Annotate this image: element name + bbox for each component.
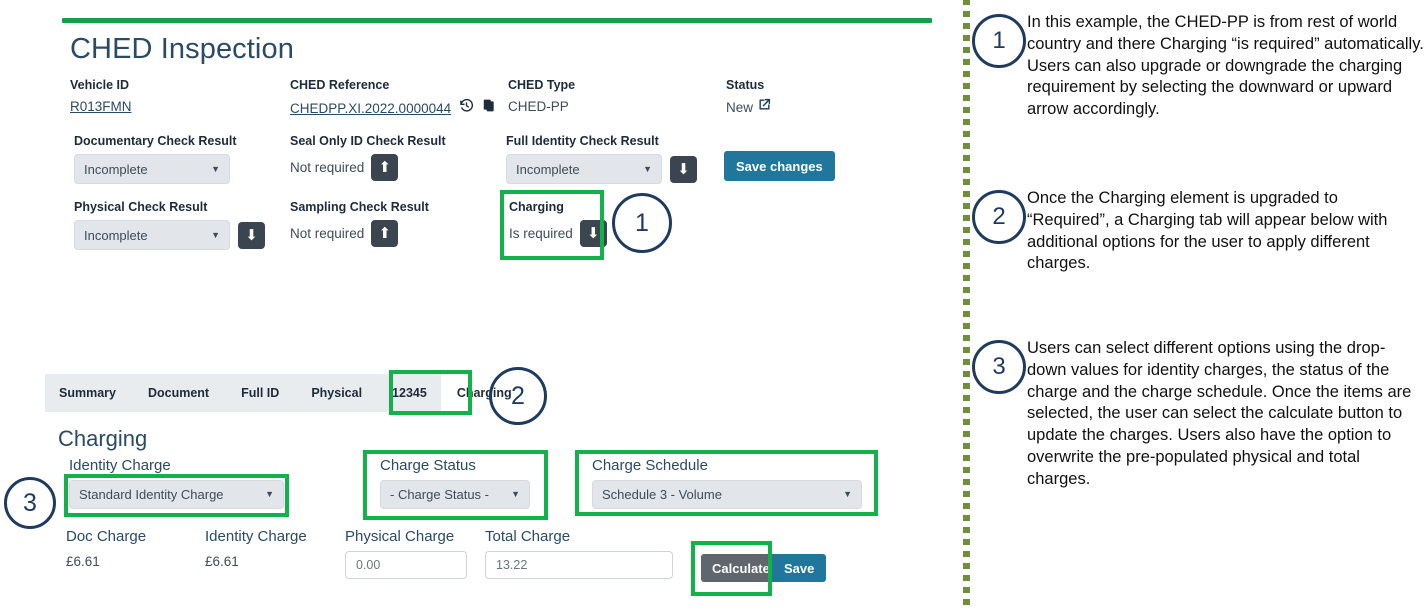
- calculate-button[interactable]: Calculate: [701, 554, 781, 582]
- ched-reference-link[interactable]: CHEDPP.XI.2022.0000044: [290, 101, 451, 116]
- tab-document[interactable]: Document: [132, 374, 225, 412]
- page-title: CHED Inspection: [70, 33, 294, 66]
- top-accent-bar: [62, 18, 932, 23]
- marker-3: 3: [4, 477, 56, 529]
- tab-bar: Summary Document Full ID Physical 12345 …: [45, 374, 465, 412]
- marker-2: 2: [489, 367, 547, 425]
- total-charge-input[interactable]: 13.22: [485, 551, 673, 579]
- physical-check-select[interactable]: Incomplete ▼: [74, 220, 230, 250]
- chevron-down-icon: ▼: [265, 490, 274, 499]
- charging-value: Is required: [509, 226, 573, 241]
- field-ched-type: CHED Type CHED-PP: [508, 78, 575, 116]
- arrow-up-icon-seal-only-id[interactable]: ⬆: [371, 154, 398, 181]
- seal-only-id-check-label: Seal Only ID Check Result: [290, 134, 446, 148]
- history-clock-icon[interactable]: [459, 98, 474, 118]
- field-ched-reference: CHED Reference CHEDPP.XI.2022.0000044: [290, 78, 496, 118]
- note-1: 1 In this example, the CHED-PP is from r…: [972, 12, 1424, 121]
- identity-charge-value: Standard Identity Charge: [79, 487, 224, 502]
- note-3-text: Users can select different options using…: [1027, 338, 1424, 490]
- chevron-down-icon: ▼: [843, 490, 852, 499]
- dotted-divider: [963, 0, 970, 610]
- tab-full-id[interactable]: Full ID: [225, 374, 295, 412]
- documentary-check-select[interactable]: Incomplete ▼: [74, 154, 230, 184]
- chevron-down-icon: ▼: [211, 165, 220, 174]
- charge-status-field: Charge Status - Charge Status - ▼: [380, 457, 530, 509]
- note-1-marker: 1: [972, 14, 1026, 68]
- charge-schedule-select[interactable]: Schedule 3 - Volume ▼: [592, 480, 862, 509]
- tab-summary[interactable]: Summary: [45, 374, 132, 412]
- ched-reference-label: CHED Reference: [290, 78, 496, 92]
- physical-charge-field: Physical Charge 0.00: [345, 528, 467, 579]
- field-documentary-check: Documentary Check Result Incomplete ▼: [74, 134, 237, 184]
- charging-label: Charging: [509, 200, 607, 214]
- copy-clipboard-icon[interactable]: [482, 98, 496, 118]
- note-1-text: In this example, the CHED-PP is from res…: [1027, 12, 1424, 121]
- field-full-identity-check: Full Identity Check Result Incomplete ▼ …: [506, 134, 697, 184]
- arrow-down-icon-full-identity[interactable]: ⬇: [670, 156, 697, 183]
- charge-status-value: - Charge Status -: [390, 487, 489, 502]
- total-charge-label: Total Charge: [485, 528, 673, 545]
- chevron-down-icon: ▼: [511, 490, 520, 499]
- charge-schedule-field: Charge Schedule Schedule 3 - Volume ▼: [592, 457, 862, 509]
- note-2-marker: 2: [972, 190, 1026, 244]
- field-vehicle-id: Vehicle ID R013FMN: [70, 78, 132, 116]
- note-3-marker: 3: [972, 340, 1026, 394]
- chevron-down-icon: ▼: [211, 231, 220, 240]
- tab-physical[interactable]: Physical: [295, 374, 378, 412]
- identity-charge-amount-field: Identity Charge £6.61: [205, 528, 307, 569]
- physical-charge-input[interactable]: 0.00: [345, 551, 467, 579]
- external-edit-icon[interactable]: [758, 98, 771, 116]
- doc-charge-field: Doc Charge £6.61: [66, 528, 146, 569]
- status-value: New: [726, 100, 753, 115]
- tab-12345[interactable]: 12345: [378, 374, 441, 412]
- ched-type-value: CHED-PP: [508, 99, 569, 114]
- doc-charge-label: Doc Charge: [66, 528, 146, 545]
- identity-charge-select[interactable]: Standard Identity Charge ▼: [69, 480, 284, 509]
- vehicle-id-link[interactable]: R013FMN: [70, 99, 132, 114]
- save-changes-button[interactable]: Save changes: [724, 151, 835, 181]
- field-sampling-check: Sampling Check Result Not required ⬆: [290, 200, 429, 247]
- sampling-check-label: Sampling Check Result: [290, 200, 429, 214]
- note-2: 2 Once the Charging element is upgraded …: [972, 188, 1424, 275]
- identity-charge-field: Identity Charge Standard Identity Charge…: [69, 457, 284, 509]
- charge-schedule-value: Schedule 3 - Volume: [602, 487, 722, 502]
- doc-charge-value: £6.61: [66, 554, 146, 569]
- full-identity-check-select[interactable]: Incomplete ▼: [506, 154, 662, 184]
- charge-schedule-label: Charge Schedule: [592, 457, 862, 474]
- screenshot-root: CHED Inspection Vehicle ID R013FMN CHED …: [0, 0, 1426, 610]
- identity-charge-amount-value: £6.61: [205, 554, 307, 569]
- field-status: Status New: [726, 78, 771, 117]
- field-charging: Charging Is required ⬇: [509, 200, 607, 247]
- note-3: 3 Users can select different options usi…: [972, 338, 1424, 490]
- arrow-down-icon-charging[interactable]: ⬇: [580, 220, 607, 247]
- documentary-check-label: Documentary Check Result: [74, 134, 237, 148]
- note-2-text: Once the Charging element is upgraded to…: [1027, 188, 1424, 275]
- charge-status-select[interactable]: - Charge Status - ▼: [380, 480, 530, 509]
- vehicle-id-label: Vehicle ID: [70, 78, 132, 92]
- ched-type-label: CHED Type: [508, 78, 575, 92]
- chevron-down-icon: ▼: [643, 165, 652, 174]
- charge-status-label: Charge Status: [380, 457, 530, 474]
- full-identity-check-label: Full Identity Check Result: [506, 134, 697, 148]
- physical-check-label: Physical Check Result: [74, 200, 265, 214]
- marker-1: 1: [612, 193, 672, 253]
- app-panel: CHED Inspection Vehicle ID R013FMN CHED …: [0, 0, 962, 610]
- arrow-down-icon-physical[interactable]: ⬇: [238, 222, 265, 249]
- physical-charge-label: Physical Charge: [345, 528, 467, 545]
- documentary-check-value: Incomplete: [84, 162, 148, 177]
- charging-section-heading: Charging: [58, 426, 147, 452]
- full-identity-check-value: Incomplete: [516, 162, 580, 177]
- identity-charge-label: Identity Charge: [69, 457, 284, 474]
- field-seal-only-id-check: Seal Only ID Check Result Not required ⬆: [290, 134, 446, 181]
- save-button[interactable]: Save: [772, 554, 826, 582]
- sampling-check-value: Not required: [290, 226, 364, 241]
- physical-check-value: Incomplete: [84, 228, 148, 243]
- arrow-up-icon-sampling[interactable]: ⬆: [371, 220, 398, 247]
- status-label: Status: [726, 78, 771, 92]
- identity-charge-amount-label: Identity Charge: [205, 528, 307, 545]
- total-charge-field: Total Charge 13.22: [485, 528, 673, 579]
- seal-only-id-check-value: Not required: [290, 160, 364, 175]
- field-physical-check: Physical Check Result Incomplete ▼ ⬇: [74, 200, 265, 250]
